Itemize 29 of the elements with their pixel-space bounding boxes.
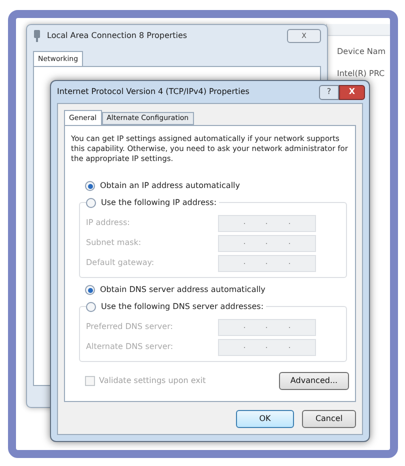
device-text: Intel(R) PRC — [336, 68, 386, 80]
device-text: Device Nam — [336, 46, 387, 58]
dialog-button[interactable]: Cancel — [302, 410, 356, 428]
field-label: Subnet mask: — [86, 237, 142, 249]
radio-button[interactable] — [85, 285, 95, 295]
radio-button[interactable] — [86, 198, 96, 208]
field-label: Default gateway: — [86, 257, 154, 269]
field-label: Preferred DNS server: — [86, 321, 173, 333]
close-button[interactable]: X — [339, 84, 365, 100]
advanced-button[interactable]: Advanced... — [279, 372, 349, 390]
field-label: IP address: — [86, 217, 130, 229]
ip-address-field[interactable] — [218, 318, 316, 336]
ip-address-field[interactable] — [218, 254, 316, 272]
radio-label: Use the following IP address: — [101, 197, 217, 209]
ip-address-field[interactable] — [218, 234, 316, 252]
network-adapter-icon — [33, 30, 41, 42]
dialog-button[interactable]: OK — [236, 410, 294, 428]
radio-label: Use the following DNS server addresses: — [101, 301, 264, 313]
ip-address-field[interactable] — [218, 338, 316, 356]
radio-button[interactable] — [86, 302, 96, 312]
radio-label: Obtain DNS server address automatically — [100, 284, 266, 296]
help-button[interactable]: ? — [319, 84, 339, 100]
field-label: Alternate DNS server: — [86, 341, 174, 353]
radio-label: Obtain an IP address automatically — [100, 180, 240, 192]
checkbox-label: Validate settings upon exit — [99, 375, 206, 387]
ip-address-field[interactable] — [218, 214, 316, 232]
window-title: Local Area Connection 8 Properties — [47, 30, 188, 42]
dialog-title: Internet Protocol Version 4 (TCP/IPv4) Properties — [57, 86, 250, 98]
radio-button[interactable] — [85, 181, 95, 191]
